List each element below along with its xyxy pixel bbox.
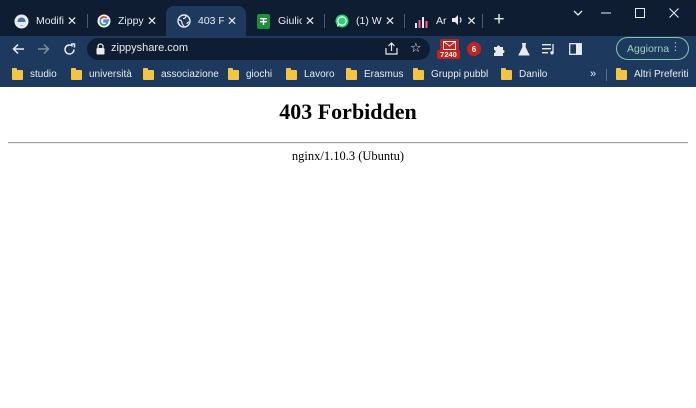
tab-4[interactable]: Giulio( ✕ [246, 6, 324, 36]
globe-icon [176, 14, 191, 29]
update-chrome-button[interactable]: Aggiorna ⋮ [616, 37, 689, 60]
media-queue-icon[interactable] [540, 39, 558, 59]
tab-title: 403 Fo [198, 15, 224, 27]
server-info: nginx/1.10.3 (Ubuntu) [291, 149, 405, 163]
bookmark-label: giochi [246, 69, 273, 80]
tab-2[interactable]: Zippys ✕ [86, 6, 166, 36]
bookmark-star-icon[interactable]: ☆ [410, 40, 422, 56]
page-content: 403 Forbidden nginx/1.10.3 (Ubuntu) [0, 87, 696, 408]
bookmark-folder-danilo[interactable]: Danilo [501, 67, 547, 82]
bookmark-label: studio [30, 69, 57, 80]
bookmark-label: Erasmus [364, 69, 404, 80]
folder-icon [346, 67, 357, 80]
folder-icon [71, 67, 82, 80]
tab-title: Ar [436, 15, 447, 27]
bookmark-folder-universita[interactable]: università [71, 67, 132, 82]
bookmark-folder-studio[interactable]: studio [12, 67, 57, 82]
folder-icon [413, 67, 424, 80]
new-tab-button[interactable]: + [488, 10, 510, 32]
close-window-button[interactable] [652, 0, 696, 26]
gmail-badge: 7240 [437, 50, 460, 59]
audio-playing-icon[interactable] [451, 14, 464, 28]
folder-icon [501, 67, 512, 80]
forward-button[interactable] [33, 39, 53, 59]
tab-strip: Modifi ✕ Zippys ✕ 403 Fo ✕ Giulio( ✕ [0, 0, 696, 36]
bookmarks-overflow-button[interactable]: » [590, 68, 596, 80]
sheets-icon [256, 13, 271, 29]
bookmark-label: associazione [161, 69, 219, 80]
extension-badge-icon[interactable]: 6 [467, 42, 481, 56]
folder-icon [616, 67, 627, 80]
page-title: 403 Forbidden [279, 99, 417, 124]
folder-icon [12, 67, 23, 80]
bookmark-label: università [89, 69, 132, 80]
divider [8, 142, 688, 144]
bookmark-folder-other[interactable]: Altri Preferiti [616, 67, 688, 82]
reload-button[interactable] [59, 39, 79, 59]
lock-icon[interactable] [96, 42, 105, 60]
close-tab-icon[interactable]: ✕ [382, 13, 398, 29]
address-bar[interactable]: zippyshare.com ☆ [87, 38, 430, 60]
site-favicon-icon [14, 14, 29, 29]
tab-3-active[interactable]: 403 Fo ✕ [166, 6, 246, 36]
chart-favicon-icon [414, 14, 429, 29]
bookmark-label: Gruppi pubbl [431, 69, 489, 80]
back-button[interactable] [8, 39, 28, 59]
bookmark-folder-erasmus[interactable]: Erasmus [346, 67, 403, 82]
close-tab-icon[interactable]: ✕ [64, 13, 80, 29]
whatsapp-icon [334, 14, 349, 29]
update-label: Aggiorna [627, 42, 670, 55]
folder-icon [228, 67, 239, 80]
google-icon [96, 14, 111, 29]
bookmark-label: Danilo [519, 69, 548, 80]
tab-1[interactable]: Modifi ✕ [4, 6, 86, 36]
folder-icon [143, 67, 154, 80]
tab-title: Modifi [36, 15, 64, 27]
bookmark-label: Lavoro [304, 69, 335, 80]
bookmark-folder-gruppi-pubbl[interactable]: Gruppi pubbl [413, 67, 488, 82]
tab-title: Giulio( [278, 15, 302, 27]
side-panel-icon[interactable] [566, 39, 584, 59]
close-tab-icon[interactable]: ✕ [144, 13, 160, 29]
close-tab-icon[interactable]: ✕ [302, 13, 318, 29]
lab-flask-icon[interactable] [515, 39, 533, 59]
bookmarks-divider [606, 69, 607, 81]
share-icon[interactable] [385, 42, 398, 60]
folder-icon [286, 67, 297, 80]
close-tab-icon[interactable]: ✕ [464, 13, 480, 29]
tab-title: (1) Wh [356, 15, 382, 27]
tab-5[interactable]: (1) Wh ✕ [324, 6, 404, 36]
tab-title: Zippys [118, 15, 144, 27]
bookmark-label: Altri Preferiti [634, 69, 689, 80]
more-menu-icon[interactable]: ⋮ [670, 40, 681, 53]
toolbar: zippyshare.com ☆ 7240 6 Aggiorna ⋮ [0, 36, 696, 62]
bookmarks-bar: studio università associazione giochi La… [0, 62, 696, 87]
tab-divider [482, 14, 483, 28]
bookmark-folder-giochi[interactable]: giochi [228, 67, 272, 82]
tab-6[interactable]: Ar ✕ [404, 6, 482, 36]
puzzle-extensions-icon[interactable] [490, 39, 508, 59]
bookmark-folder-associazione[interactable]: associazione [143, 67, 219, 82]
close-tab-icon[interactable]: ✕ [224, 13, 240, 29]
bookmark-folder-lavoro[interactable]: Lavoro [286, 67, 335, 82]
url-text[interactable]: zippyshare.com [111, 42, 188, 54]
